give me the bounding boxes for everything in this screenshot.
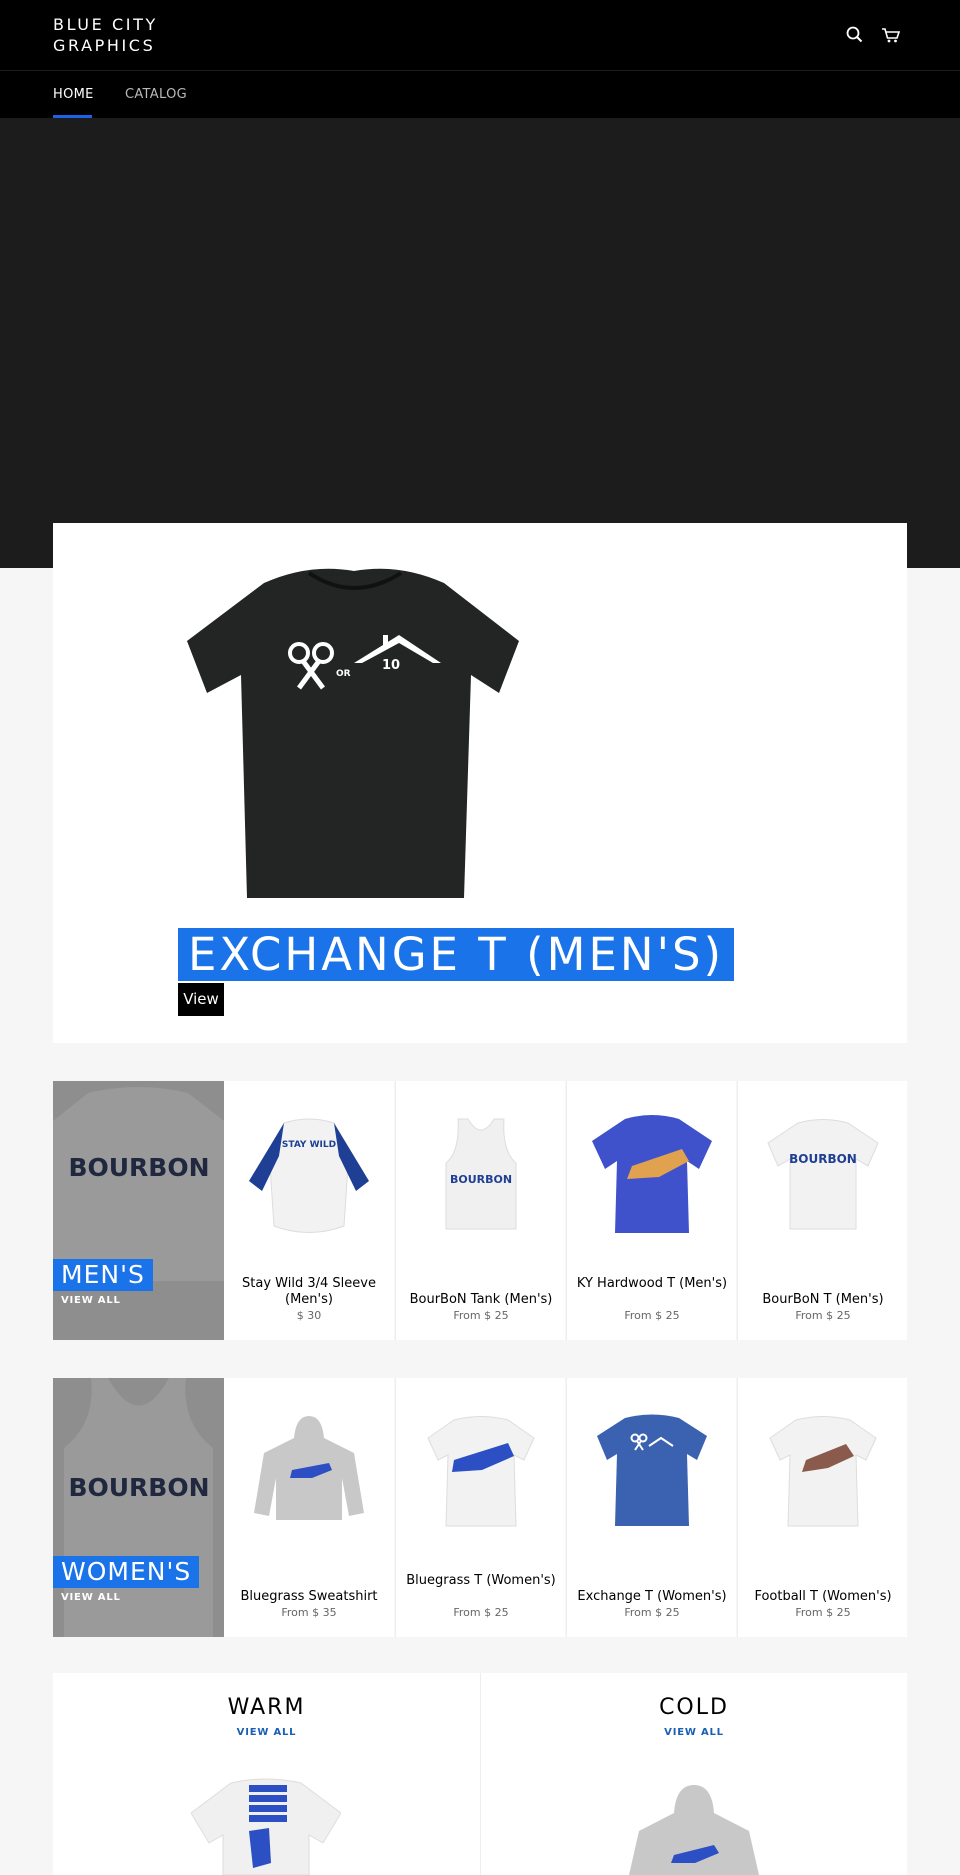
main-nav: HOME CATALOG bbox=[0, 70, 960, 118]
nav-catalog[interactable]: CATALOG bbox=[125, 87, 187, 102]
product-title[interactable]: KY Hardwood T (Men's) bbox=[571, 1276, 733, 1292]
product-price: From $ 25 bbox=[624, 1309, 680, 1322]
collection-title-warm[interactable]: WARM bbox=[53, 1695, 480, 1720]
product-image-bluegrass-sweatshirt bbox=[254, 1416, 364, 1520]
collection-banner-womens[interactable]: BOURBON WOMEN'S VIEW ALL bbox=[53, 1378, 224, 1637]
warm-collection-image bbox=[191, 1778, 341, 1875]
product-price: From $ 25 bbox=[453, 1606, 509, 1619]
collection-viewall-cold[interactable]: VIEW ALL bbox=[481, 1727, 907, 1738]
product-image-bluegrass-t bbox=[427, 1416, 535, 1527]
graphic-house-number: 10 bbox=[382, 658, 400, 673]
collection-womens: BOURBON WOMEN'S VIEW ALL Bluegrass Sweat… bbox=[53, 1378, 907, 1637]
collection-viewall-warm[interactable]: VIEW ALL bbox=[53, 1727, 480, 1738]
nav-home[interactable]: HOME bbox=[53, 87, 94, 102]
product-card[interactable]: Football T (Women's) From $ 25 bbox=[737, 1378, 907, 1637]
product-card[interactable]: Bluegrass T (Women's) From $ 25 bbox=[395, 1378, 565, 1637]
product-image-bourbon-tank: BOURBON bbox=[445, 1118, 517, 1230]
product-price: From $ 25 bbox=[624, 1606, 680, 1619]
search-icon[interactable] bbox=[844, 24, 866, 46]
product-graphic-text: BOURBON bbox=[450, 1173, 512, 1186]
product-title[interactable]: Bluegrass T (Women's) bbox=[400, 1573, 562, 1589]
product-card[interactable]: STAY WILD Stay Wild 3/4 Sleeve (Men's) $… bbox=[224, 1081, 394, 1340]
featured-product: OR 10 EXCHANGE T (MEN'S) View bbox=[53, 523, 907, 1043]
product-card[interactable]: Exchange T (Women's) From $ 25 bbox=[566, 1378, 736, 1637]
graphic-or-text: OR bbox=[336, 669, 351, 679]
product-card[interactable]: BOURBON BourBoN T (Men's) From $ 25 bbox=[737, 1081, 907, 1340]
product-title[interactable]: Football T (Women's) bbox=[742, 1589, 904, 1605]
product-price: $ 30 bbox=[296, 1309, 322, 1322]
collection-viewall-mens[interactable]: VIEW ALL bbox=[61, 1295, 121, 1306]
collection-mens: BOURBON MEN'S VIEW ALL STAY WILD Stay Wi… bbox=[53, 1081, 907, 1340]
product-title[interactable]: BourBoN T (Men's) bbox=[742, 1292, 904, 1308]
product-price: From $ 25 bbox=[795, 1309, 851, 1322]
product-title[interactable]: Exchange T (Women's) bbox=[571, 1589, 733, 1605]
product-card[interactable]: Bluegrass Sweatshirt From $ 35 bbox=[224, 1378, 394, 1637]
product-card[interactable]: BOURBON BourBoN Tank (Men's) From $ 25 bbox=[395, 1081, 565, 1340]
product-image-bourbon-t: BOURBON bbox=[767, 1119, 879, 1230]
womens-banner-graphic-text: BOURBON bbox=[68, 1473, 209, 1502]
product-image-stay-wild: STAY WILD bbox=[249, 1118, 369, 1233]
featured-product-title[interactable]: EXCHANGE T (MEN'S) bbox=[178, 928, 735, 981]
product-price: From $ 25 bbox=[453, 1309, 509, 1322]
cart-icon[interactable] bbox=[880, 24, 902, 46]
product-graphic-text: BOURBON bbox=[789, 1152, 857, 1166]
cold-collection-image bbox=[629, 1785, 759, 1875]
collection-label-womens[interactable]: WOMEN'S bbox=[53, 1556, 200, 1588]
product-graphic-text: STAY WILD bbox=[282, 1140, 336, 1150]
collection-banner-mens[interactable]: BOURBON MEN'S VIEW ALL bbox=[53, 1081, 224, 1340]
collection-cold[interactable]: COLD VIEW ALL bbox=[480, 1673, 907, 1875]
product-title[interactable]: Bluegrass Sweatshirt bbox=[228, 1589, 390, 1605]
header: BLUE CITY GRAPHICS bbox=[0, 0, 960, 70]
product-image-exchange-t-womens bbox=[597, 1414, 707, 1526]
logo-line-2: GRAPHICS bbox=[53, 36, 156, 55]
site-logo[interactable]: BLUE CITY GRAPHICS bbox=[53, 14, 158, 56]
product-image-ky-hardwood bbox=[592, 1115, 712, 1233]
product-price: From $ 35 bbox=[281, 1606, 337, 1619]
product-image-football-t bbox=[769, 1416, 877, 1527]
collection-warm[interactable]: WARM VIEW ALL bbox=[53, 1673, 480, 1875]
product-title[interactable]: Stay Wild 3/4 Sleeve (Men's) bbox=[228, 1276, 390, 1308]
product-card[interactable]: KY Hardwood T (Men's) From $ 25 bbox=[566, 1081, 736, 1340]
logo-line-1: BLUE CITY bbox=[53, 15, 158, 34]
hero-banner bbox=[0, 118, 960, 568]
collection-viewall-womens[interactable]: VIEW ALL bbox=[61, 1592, 121, 1603]
featured-view-button[interactable]: View bbox=[178, 983, 224, 1016]
mens-banner-graphic-text: BOURBON bbox=[68, 1153, 209, 1182]
product-price: From $ 25 bbox=[795, 1606, 851, 1619]
product-title[interactable]: BourBoN Tank (Men's) bbox=[400, 1292, 562, 1308]
collection-title-cold[interactable]: COLD bbox=[481, 1695, 907, 1720]
collection-label-mens[interactable]: MEN'S bbox=[53, 1259, 153, 1291]
featured-product-image[interactable]: OR 10 bbox=[179, 563, 529, 903]
